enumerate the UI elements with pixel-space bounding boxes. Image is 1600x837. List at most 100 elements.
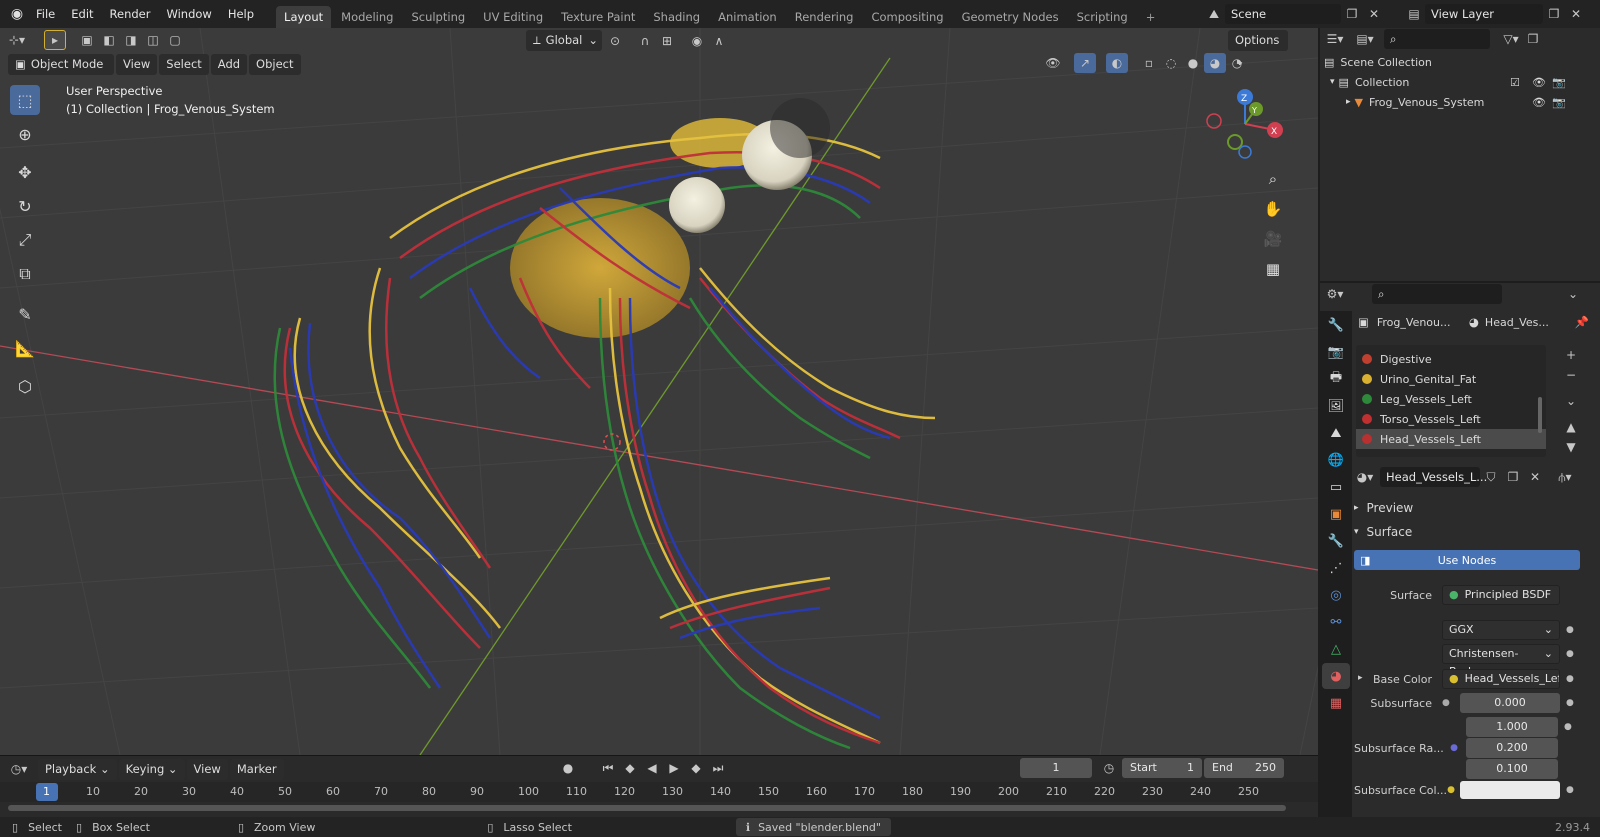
new-view-layer-icon[interactable]: ❐ xyxy=(1543,4,1565,24)
add-cube-tool-icon[interactable]: ⬡ xyxy=(10,371,40,401)
transform-tool-icon[interactable]: ⧉ xyxy=(10,259,40,289)
view-layer-field[interactable]: View Layer xyxy=(1425,4,1543,24)
subsurface-radius-x[interactable]: 1.000 xyxy=(1466,717,1558,737)
preview-panel-header[interactable]: ▸ Preview xyxy=(1354,497,1594,519)
material-name-field[interactable]: Head_Vessels_L... xyxy=(1380,467,1487,487)
start-frame-field[interactable]: Start 1 xyxy=(1122,758,1202,778)
select-box-tool-icon[interactable]: ⬚ xyxy=(10,85,40,115)
surface-panel-header[interactable]: ▾ Surface xyxy=(1354,521,1594,543)
mode-dropdown[interactable]: ▣ Object Mode xyxy=(8,53,114,75)
tree-collection[interactable]: ▾ ▤ Collection ☑ 👁 📷 xyxy=(1320,72,1600,92)
end-frame-field[interactable]: End 250 xyxy=(1204,758,1284,778)
chevron-down-icon[interactable]: ⌄ xyxy=(1562,284,1584,304)
move-slot-down-icon[interactable]: ▼ xyxy=(1560,437,1582,457)
frame-ruler[interactable]: 1 10 20 30 40 50 60 70 80 90 100 110 120 130 140 150 160… xyxy=(0,782,1318,802)
menu-select[interactable]: Select xyxy=(159,53,209,75)
duplicate-material-icon[interactable]: ❐ xyxy=(1502,467,1524,487)
menu-edit[interactable]: Edit xyxy=(63,0,101,28)
snap-target-icon[interactable]: ⊞ xyxy=(656,31,678,51)
properties-search-input[interactable]: ⌕ xyxy=(1372,284,1502,304)
output-tab-icon[interactable]: 🖶 xyxy=(1322,366,1350,392)
tree-object-frog[interactable]: ▸ ▼ Frog_Venous_System 👁 📷 xyxy=(1320,92,1600,112)
unlink-material-icon[interactable]: ✕ xyxy=(1524,467,1546,487)
menu-object[interactable]: Object xyxy=(249,53,301,75)
expand-arrow-icon[interactable]: ▸ xyxy=(1358,673,1363,686)
measure-tool-icon[interactable]: 📐 xyxy=(10,333,40,363)
record-keyframe-icon[interactable]: ● xyxy=(557,758,579,778)
tab-geometry-nodes[interactable]: Geometry Nodes xyxy=(954,6,1067,28)
material-slot-item[interactable]: Head_Vessels_Left xyxy=(1356,429,1546,449)
add-workspace-icon[interactable]: + xyxy=(1138,6,1164,28)
jump-end-icon[interactable]: ⏭ xyxy=(707,758,729,778)
particles-tab-icon[interactable]: ⋰ xyxy=(1322,555,1350,581)
keyframe-dot-icon[interactable]: ● xyxy=(1566,698,1574,708)
preview-range-icon[interactable]: ◷ xyxy=(1098,758,1120,778)
scene-tab-icon[interactable]: ⛰ xyxy=(1322,420,1350,446)
render-tab-icon[interactable]: 📷 xyxy=(1322,339,1350,365)
material-tab-icon[interactable]: ◕ xyxy=(1322,663,1350,689)
tweak-tool-icon[interactable]: ▸ xyxy=(44,30,66,50)
current-frame-field[interactable]: 1 xyxy=(1020,758,1092,778)
camera-view-icon[interactable]: 🎥 xyxy=(1260,226,1286,252)
menu-file[interactable]: File xyxy=(28,0,63,28)
material-slot-item[interactable]: Digestive xyxy=(1356,349,1546,369)
menu-keying[interactable]: Keying ⌄ xyxy=(118,758,185,780)
select-subtract-icon[interactable]: ◨ xyxy=(120,30,142,50)
wireframe-shading-icon[interactable]: ◌ xyxy=(1160,53,1182,73)
constraints-tab-icon[interactable]: ⚯ xyxy=(1322,609,1350,635)
timeline-editor-type-icon[interactable]: ◷▾ xyxy=(8,759,30,779)
subsurface-method-dropdown[interactable]: Christensen-Burley ⌄ xyxy=(1442,644,1560,678)
gizmo-toggle-icon[interactable]: ↗ xyxy=(1074,53,1096,73)
pin-icon[interactable]: 📌 xyxy=(1575,315,1589,329)
jump-start-icon[interactable]: ⏮ xyxy=(597,758,619,778)
menu-window[interactable]: Window xyxy=(158,0,219,28)
visibility-icon[interactable]: 👁 xyxy=(1042,53,1064,73)
menu-playback[interactable]: Playback ⌄ xyxy=(38,758,117,780)
tab-layout[interactable]: Layout xyxy=(276,6,332,28)
outliner-editor-type-icon[interactable]: ☰▾ xyxy=(1324,29,1346,49)
keyframe-dot-icon[interactable]: ● xyxy=(1564,722,1572,732)
tab-modeling[interactable]: Modeling xyxy=(333,6,401,28)
proportional-edit-icon[interactable]: ◉ xyxy=(686,31,708,51)
properties-editor-type-icon[interactable]: ⚙▾ xyxy=(1324,284,1346,304)
falloff-icon[interactable]: ∧ xyxy=(708,31,730,51)
new-collection-icon[interactable]: ❐ xyxy=(1522,29,1544,49)
zoom-icon[interactable]: ⌕ xyxy=(1260,166,1286,192)
physics-tab-icon[interactable]: ◎ xyxy=(1322,582,1350,608)
texture-tab-icon[interactable]: ▦ xyxy=(1322,690,1350,716)
fake-user-shield-icon[interactable]: ⛉ xyxy=(1480,467,1502,487)
exclude-checkbox-icon[interactable]: ☑ xyxy=(1510,76,1520,89)
collection-tab-icon[interactable]: ▭ xyxy=(1322,474,1350,500)
outliner-search-input[interactable]: ⌕ xyxy=(1384,29,1490,49)
play-icon[interactable]: ▶ xyxy=(663,758,685,778)
tab-sculpting[interactable]: Sculpting xyxy=(403,6,473,28)
tool-tab-icon[interactable]: 🔧 xyxy=(1322,312,1350,338)
material-slot-item[interactable]: Leg_Vessels_Left xyxy=(1356,389,1546,409)
delete-view-layer-icon[interactable]: ✕ xyxy=(1565,4,1587,24)
blender-logo-icon[interactable]: ◉ xyxy=(6,4,28,24)
select-intersect-icon[interactable]: ▢ xyxy=(164,30,186,50)
remove-slot-icon[interactable]: − xyxy=(1560,365,1582,385)
prev-keyframe-icon[interactable]: ◆ xyxy=(619,758,641,778)
subsurface-radius-y[interactable]: 0.200 xyxy=(1466,738,1558,758)
tab-texture-paint[interactable]: Texture Paint xyxy=(553,6,643,28)
render-camera-icon[interactable]: 📷 xyxy=(1552,96,1566,109)
node-link-icon[interactable]: ⫛▾ xyxy=(1554,467,1576,487)
scene-icon[interactable]: ⛰ xyxy=(1203,4,1225,24)
tab-uv-editing[interactable]: UV Editing xyxy=(475,6,551,28)
view-layer-icon[interactable]: ▤ xyxy=(1403,4,1425,24)
expand-arrow-icon[interactable]: ▾ xyxy=(1330,77,1335,87)
tree-scene-collection[interactable]: ▤ Scene Collection xyxy=(1320,52,1600,72)
view-layer-tab-icon[interactable]: 🖼 xyxy=(1322,393,1350,419)
filter-icon[interactable]: ▽▾ xyxy=(1500,29,1522,49)
material-slot-item[interactable]: Urino_Genital_Fat xyxy=(1356,369,1546,389)
expand-arrow-icon[interactable]: ▸ xyxy=(1346,97,1351,107)
base-color-field[interactable]: ● Head_Vessels_Left... xyxy=(1442,669,1560,689)
distribution-dropdown[interactable]: GGX ⌄ xyxy=(1442,620,1560,640)
menu-timeline-view[interactable]: View xyxy=(186,758,228,780)
keyframe-dot-icon[interactable]: ● xyxy=(1566,625,1574,635)
overlays-toggle-icon[interactable]: ◐ xyxy=(1106,53,1128,73)
keyframe-dot-icon[interactable]: ● xyxy=(1566,674,1574,684)
menu-add[interactable]: Add xyxy=(210,53,248,75)
tab-compositing[interactable]: Compositing xyxy=(863,6,951,28)
